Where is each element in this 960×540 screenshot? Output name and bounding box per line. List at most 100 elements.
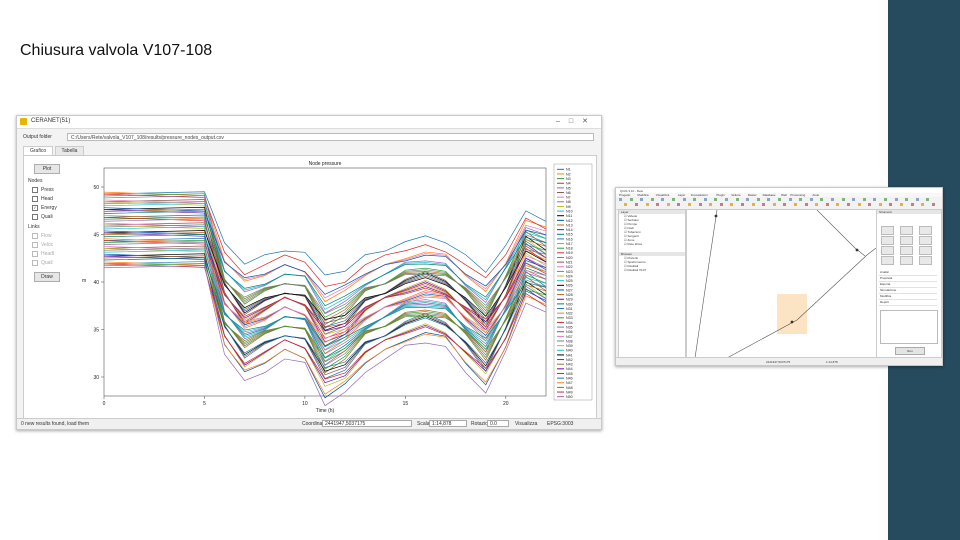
toolbar-button-icon[interactable] — [783, 203, 787, 206]
toolbar-button-icon[interactable] — [725, 198, 728, 201]
tools-grid-button[interactable] — [900, 236, 913, 245]
toolbar-button-icon[interactable] — [878, 203, 882, 206]
node-option[interactable]: Quali — [32, 214, 66, 220]
tools-grid-button[interactable] — [881, 226, 894, 235]
tools-grid-button[interactable] — [881, 236, 894, 245]
tools-grid-button[interactable] — [919, 226, 932, 235]
toolbar-button-icon[interactable] — [804, 203, 808, 206]
toolbar-button-icon[interactable] — [762, 203, 766, 206]
toolbar-button-icon[interactable] — [894, 198, 898, 201]
toolbar-button-icon[interactable] — [666, 203, 670, 206]
tools-grid-button[interactable] — [881, 256, 894, 265]
qgis-map-canvas[interactable] — [686, 209, 877, 359]
toolbar-button-icon[interactable] — [931, 203, 935, 206]
tools-grid-button[interactable] — [900, 256, 913, 265]
toolbar-button-icon[interactable] — [640, 198, 644, 201]
node-option[interactable]: ✓ Energy — [32, 205, 66, 211]
toolbar-button-icon[interactable] — [778, 198, 781, 201]
toolbar-button-icon[interactable] — [767, 198, 771, 201]
toolbar-button-icon[interactable] — [672, 198, 675, 201]
tools-grid-button[interactable] — [900, 226, 913, 235]
link-checkbox[interactable] — [32, 233, 38, 239]
toolbar-button-icon[interactable] — [857, 203, 861, 206]
link-checkbox[interactable] — [32, 242, 38, 248]
toolbar-button-icon[interactable] — [788, 198, 792, 201]
toolbar-button-icon[interactable] — [836, 203, 840, 206]
toolbar-button-icon[interactable] — [730, 203, 734, 206]
toolbar-button-icon[interactable] — [735, 198, 739, 201]
toolbar-button-icon[interactable] — [868, 203, 872, 206]
toolbar-button-icon[interactable] — [629, 198, 633, 201]
toolbar-button-icon[interactable] — [820, 198, 824, 201]
toolbar-button-icon[interactable] — [889, 203, 893, 206]
toolbar-button-icon[interactable] — [910, 203, 914, 206]
toolbar-button-icon[interactable] — [862, 198, 866, 201]
toolbar-button-icon[interactable] — [693, 198, 697, 201]
toolbar-button-icon[interactable] — [746, 198, 750, 201]
node-checkbox[interactable] — [32, 214, 38, 220]
toolbar-button-icon[interactable] — [703, 198, 707, 201]
layer-item[interactable]: ☑ Rete idrica — [619, 242, 685, 246]
toolbar-button-icon[interactable] — [793, 203, 797, 206]
crs-label[interactable]: EPSG:3003 — [547, 421, 573, 427]
toolbar-button-icon[interactable] — [809, 198, 813, 201]
tools-grid-button[interactable] — [919, 246, 932, 255]
toolbar-button-icon[interactable] — [645, 203, 649, 206]
toolbar-button-icon[interactable] — [846, 203, 850, 206]
toolbar-button-icon[interactable] — [799, 198, 803, 201]
toolbar-button-icon[interactable] — [756, 198, 760, 201]
toolbar-button-icon[interactable] — [677, 203, 681, 206]
toolbar-button-icon[interactable] — [852, 198, 856, 201]
toolbar-button-icon[interactable] — [619, 198, 622, 201]
rotation-field[interactable]: 0.0 — [487, 420, 509, 427]
node-option[interactable]: Head — [32, 196, 66, 202]
toolbar-button-icon[interactable] — [650, 198, 654, 201]
toolbar-button-icon[interactable] — [841, 198, 845, 201]
toolbar-button-icon[interactable] — [624, 203, 628, 206]
toolbar-button-icon[interactable] — [815, 203, 819, 206]
tab-tabella[interactable]: Tabella — [54, 146, 85, 155]
scale-field[interactable]: 1:14,878 — [429, 420, 467, 427]
toolbar-button-icon[interactable] — [899, 203, 903, 206]
toolbar-button-icon[interactable] — [921, 203, 925, 206]
toolbar-button-icon[interactable] — [915, 198, 919, 201]
plot-button[interactable]: Plot — [34, 164, 60, 174]
toolbar-button-icon[interactable] — [751, 203, 755, 206]
draw-button[interactable]: Draw — [34, 272, 60, 282]
toolbar-button-icon[interactable] — [661, 198, 665, 201]
link-option[interactable]: Headl — [32, 251, 66, 257]
toolbar-button-icon[interactable] — [905, 198, 909, 201]
tools-grid-button[interactable] — [881, 246, 894, 255]
toolbar-button-icon[interactable] — [714, 198, 718, 201]
coordinate-field[interactable]: 2441947,5037175 — [322, 420, 412, 427]
toolbar-button-icon[interactable] — [719, 203, 723, 206]
toolbar-button-icon[interactable] — [884, 198, 887, 201]
link-option[interactable]: Quali — [32, 260, 66, 266]
node-option[interactable]: Press — [32, 187, 66, 193]
toolbar-button-icon[interactable] — [825, 203, 829, 206]
toolbar-button-icon[interactable] — [772, 203, 776, 206]
node-checkbox[interactable] — [32, 187, 38, 193]
toolbar-button-icon[interactable] — [698, 203, 702, 206]
link-option[interactable]: Veloc — [32, 242, 66, 248]
output-path-field[interactable]: C:/Users/Rete/valvola_V107_108/results/p… — [67, 133, 594, 141]
toolbar-button-icon[interactable] — [831, 198, 834, 201]
link-option[interactable]: Flow — [32, 233, 66, 239]
node-checkbox[interactable]: ✓ — [32, 205, 38, 211]
link-checkbox[interactable] — [32, 251, 38, 257]
link-checkbox[interactable] — [32, 260, 38, 266]
toolbar-button-icon[interactable] — [682, 198, 686, 201]
toolbar-button-icon[interactable] — [926, 198, 930, 201]
tools-run-button[interactable]: Run — [895, 347, 925, 355]
tools-grid-button[interactable] — [919, 236, 932, 245]
browser-item[interactable]: ☑ Risultati V107 — [619, 268, 685, 272]
tools-grid-button[interactable] — [919, 256, 932, 265]
tools-panel-item[interactable]: Report — [879, 300, 937, 306]
toolbar-button-icon[interactable] — [687, 203, 691, 206]
toolbar-button-icon[interactable] — [873, 198, 877, 201]
tab-grafico[interactable]: Grafico — [23, 146, 54, 155]
toolbar-button-icon[interactable] — [656, 203, 660, 206]
tools-grid-button[interactable] — [900, 246, 913, 255]
toolbar-button-icon[interactable] — [709, 203, 713, 206]
node-checkbox[interactable] — [32, 196, 38, 202]
